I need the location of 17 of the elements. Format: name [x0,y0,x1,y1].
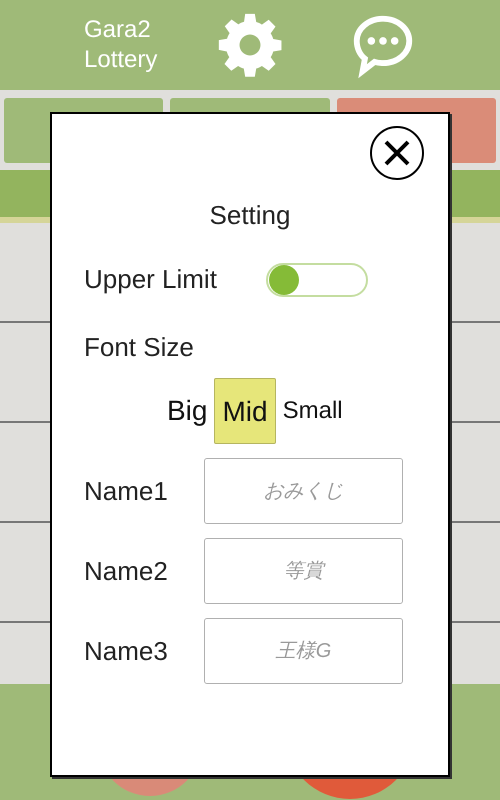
close-icon [383,139,411,167]
name-label: Name1 [84,474,169,508]
name-field[interactable]: 等賞 [204,538,403,604]
font-size-label: Font Size [84,331,194,364]
font-size-option[interactable]: Small [276,378,350,444]
app-title: Gara2 Lottery [84,15,158,75]
settings-icon[interactable] [216,11,284,79]
name-label: Name2 [84,554,169,588]
name-field[interactable]: 王様G [204,618,403,684]
upper-limit-switch[interactable] [266,262,368,296]
font-size-option[interactable]: Big [160,378,214,444]
close-button[interactable] [370,126,424,180]
dialog-title: Setting [208,199,292,232]
font-size-option[interactable]: Mid [214,378,276,444]
upper-limit-label: Upper Limit [84,263,218,296]
name-field[interactable]: おみくじ [204,458,403,524]
name-label: Name3 [84,634,169,668]
